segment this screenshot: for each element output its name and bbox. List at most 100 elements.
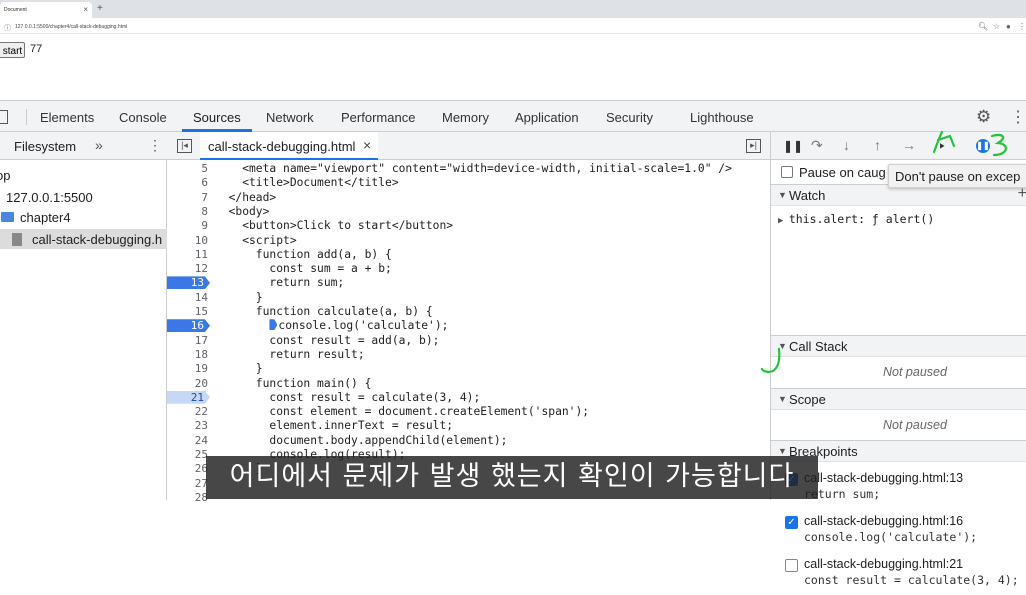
code-line[interactable]: <button>Click to start</button> (215, 219, 453, 233)
line-number[interactable]: 26 (167, 462, 210, 475)
code-lines[interactable]: <meta name="viewport" content="width=dev… (215, 160, 770, 500)
step-out-icon[interactable]: ↑ (874, 137, 881, 153)
more-tabs-icon[interactable]: » (95, 137, 103, 153)
tab-console[interactable]: Console (119, 110, 167, 125)
pause-icon[interactable]: ❚❚ (783, 139, 803, 153)
code-line[interactable]: return sum; (215, 276, 344, 290)
line-number[interactable]: 17 (167, 334, 210, 347)
address-bar[interactable]: ⓘ 127.0.0.1:5500/chapter4/call-stack-deb… (0, 20, 1026, 34)
tab-application[interactable]: Application (515, 110, 579, 125)
code-line[interactable]: console.log('calculate'); (215, 319, 448, 333)
line-gutter[interactable]: 5 6 7 8 9 10 11 12 13 14 15 16 17 18 19 20 21 22 23 24 25 26 2… (167, 160, 215, 504)
star-icon[interactable]: ☆ (993, 22, 1000, 31)
navigator-menu-icon[interactable]: ⋮ (148, 137, 162, 154)
line-number[interactable]: 9 (167, 219, 210, 232)
line-number[interactable]: 25 (167, 448, 210, 461)
breakpoint-checkbox[interactable] (785, 559, 798, 572)
device-toolbar-icon[interactable] (0, 110, 8, 124)
line-number[interactable]: 24 (167, 434, 210, 447)
tree-item-top[interactable]: op (0, 168, 10, 183)
tree-item-host[interactable]: 127.0.0.1:5500 (6, 190, 93, 205)
code-line[interactable]: function main() { (215, 377, 372, 391)
breakpoint-checkbox[interactable]: ✓ (785, 516, 798, 529)
code-line[interactable]: <script> (215, 234, 296, 248)
new-tab-icon[interactable]: + (97, 3, 103, 14)
call-stack-section-header[interactable]: ▼ Call Stack (771, 335, 1026, 357)
step-over-icon[interactable]: ↷ (811, 137, 823, 154)
line-number[interactable]: 8 (167, 205, 210, 218)
code-line[interactable]: const result = calculate(3, 4); (215, 391, 480, 405)
line-number[interactable]: 22 (167, 405, 210, 418)
tab-lighthouse[interactable]: Lighthouse (690, 110, 754, 125)
line-number[interactable]: 12 (167, 262, 210, 275)
info-icon[interactable]: ⓘ (4, 23, 11, 33)
pause-on-caught-checkbox[interactable] (781, 166, 793, 178)
line-number[interactable]: 20 (167, 377, 210, 390)
code-line[interactable]: function add(a, b) { (215, 248, 392, 262)
code-line[interactable]: <body> (215, 205, 270, 219)
line-number[interactable]: 14 (167, 291, 210, 304)
tab-security[interactable]: Security (606, 110, 653, 125)
scope-section-header[interactable]: ▼ Scope (771, 388, 1026, 410)
code-line[interactable]: <meta name="viewport" content="width=dev… (215, 162, 732, 176)
start-button[interactable]: start (0, 42, 25, 58)
tab-performance[interactable]: Performance (341, 110, 415, 125)
step-icon[interactable]: → (902, 137, 916, 153)
profile-icon[interactable]: ● (1006, 22, 1011, 31)
more-options-icon[interactable]: ⋮ (1010, 107, 1026, 127)
breakpoint-item[interactable]: call-stack-debugging.html:21 const result… (785, 555, 1025, 595)
tab-elements[interactable]: Elements (40, 110, 94, 125)
annotation-mark-2 (990, 133, 1007, 157)
collapse-triangle-icon: ▶ (778, 216, 789, 226)
breakpoint-item[interactable]: ✓call-stack-debugging.html:13return sum; (785, 469, 1025, 509)
tab-filesystem[interactable]: Filesystem (14, 139, 76, 154)
tree-item-chapter4[interactable]: chapter4 (20, 210, 71, 225)
toggle-navigator-icon[interactable]: |◂ (177, 139, 192, 153)
code-line[interactable]: const element = document.createElement('… (215, 405, 589, 419)
line-number[interactable]: 18 (167, 348, 210, 361)
tree-item-file[interactable]: call-stack-debugging.h (32, 232, 162, 247)
tab-sources[interactable]: Sources (193, 110, 241, 125)
menu-icon[interactable]: ⋮ (1018, 22, 1026, 31)
breakpoint-item[interactable]: ✓ call-stack-debugging.html:16 console.log… (785, 512, 1025, 552)
line-number[interactable]: 11 (167, 248, 210, 261)
line-number[interactable]: 15 (167, 305, 210, 318)
breakpoint-location: call-stack-debugging.html:16 (804, 514, 964, 528)
tab-title: Document (4, 7, 27, 13)
code-line[interactable]: const result = add(a, b); (215, 334, 439, 348)
tab-network[interactable]: Network (266, 110, 314, 125)
line-number[interactable]: 23 (167, 419, 210, 432)
line-number[interactable]: 19 (167, 362, 210, 375)
tab-memory[interactable]: Memory (442, 110, 489, 125)
close-icon[interactable]: × (363, 137, 371, 153)
line-number[interactable]: 21 (167, 390, 210, 404)
toggle-debugger-icon[interactable]: ▸| (746, 139, 761, 153)
code-line[interactable]: return result; (215, 348, 364, 362)
code-line[interactable]: function calculate(a, b) { (215, 305, 433, 319)
code-line[interactable]: const sum = a + b; (215, 262, 391, 276)
tab-close-icon[interactable]: × (83, 5, 88, 14)
line-number[interactable]: 5 (167, 162, 210, 175)
watch-expression[interactable]: ▶ this.alert: ƒ alert() (778, 212, 934, 226)
browser-tab[interactable]: Document × (0, 2, 92, 18)
search-icon[interactable]: 🔍︎ (978, 22, 988, 31)
code-text: console.log('calculate'); (278, 319, 449, 333)
code-line[interactable]: <title>Document</title> (215, 176, 398, 190)
code-line[interactable]: </head> (215, 191, 277, 205)
line-number[interactable]: 10 (167, 234, 210, 247)
code-line[interactable]: document.body.appendChild(element); (215, 434, 507, 448)
editor-file-tab[interactable]: call-stack-debugging.html × (200, 132, 378, 160)
line-number[interactable]: 6 (167, 176, 210, 189)
line-number[interactable]: 27 (167, 477, 210, 490)
code-line[interactable]: } (215, 291, 263, 305)
line-number[interactable]: 28 (167, 491, 210, 504)
debugger-sidebar: ❚❚ ↷ ↓ ↑ → ⧸▸ ❚❚ Pause on caug ▼ Watch +… (770, 132, 1026, 587)
line-number[interactable]: 16 (167, 319, 210, 333)
line-number[interactable]: 13 (167, 276, 210, 290)
step-into-icon[interactable]: ↓ (843, 137, 850, 153)
inline-breakpoint-marker[interactable] (269, 319, 278, 331)
code-line[interactable]: element.innerText = result; (215, 419, 453, 433)
line-number[interactable]: 7 (167, 191, 210, 204)
code-line[interactable]: } (215, 362, 263, 376)
gear-icon[interactable]: ⚙ (976, 107, 991, 127)
